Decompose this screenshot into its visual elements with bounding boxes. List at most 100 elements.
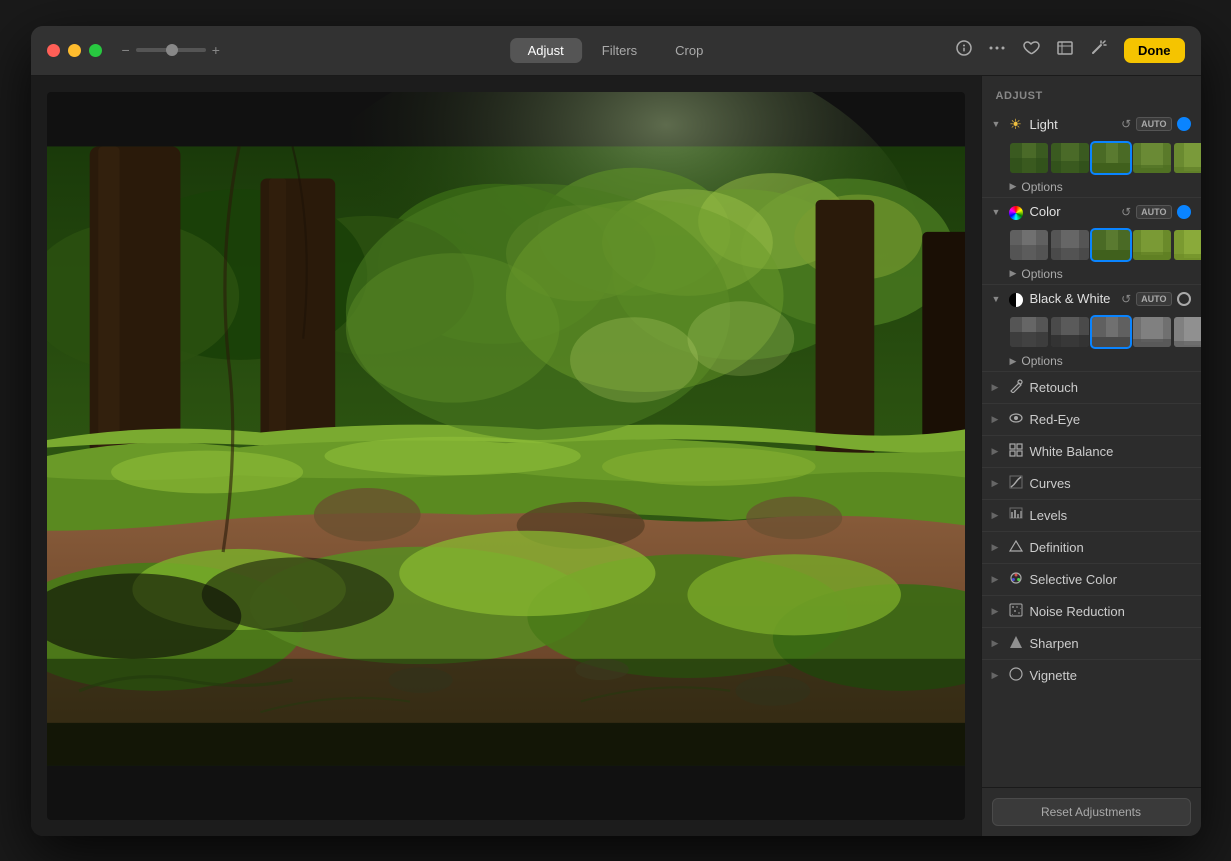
zoom-minus-button[interactable]: −	[122, 42, 130, 58]
resize-icon[interactable]	[1056, 40, 1074, 61]
selective-color-title: Selective Color	[1030, 572, 1191, 587]
white-balance-item[interactable]: ▶ White Balance	[982, 435, 1201, 467]
bw-chevron: ▼	[992, 294, 1002, 304]
bw-thumb-2[interactable]	[1051, 317, 1089, 347]
levels-item[interactable]: ▶ Levels	[982, 499, 1201, 531]
bw-section: ▼ Black & White ↺ AUTO	[982, 284, 1201, 371]
color-title: Color	[1030, 204, 1116, 219]
light-options-chevron: ▶	[1010, 181, 1017, 192]
light-icon: ☀	[1008, 116, 1024, 133]
close-button[interactable]	[47, 44, 60, 57]
white-balance-title: White Balance	[1030, 444, 1191, 459]
selective-color-icon	[1008, 571, 1024, 588]
tab-filters[interactable]: Filters	[584, 38, 655, 63]
sidebar-header: ADJUST	[982, 76, 1201, 110]
color-chevron: ▼	[992, 207, 1002, 217]
maximize-button[interactable]	[89, 44, 102, 57]
bw-section-header[interactable]: ▼ Black & White ↺ AUTO	[982, 285, 1201, 313]
vignette-chevron: ▶	[992, 670, 1002, 681]
retouch-item[interactable]: ▶ Retouch	[982, 371, 1201, 403]
light-thumb-4[interactable]	[1133, 143, 1171, 173]
sidebar-footer: Reset Adjustments	[982, 787, 1201, 836]
red-eye-item[interactable]: ▶ Red-Eye	[982, 403, 1201, 435]
forest-photo	[47, 92, 965, 820]
curves-title: Curves	[1030, 476, 1191, 491]
more-icon[interactable]	[988, 40, 1006, 61]
red-eye-title: Red-Eye	[1030, 412, 1191, 427]
traffic-lights	[47, 44, 102, 57]
zoom-slider-thumb	[166, 44, 178, 56]
sharpen-chevron: ▶	[992, 638, 1002, 649]
minimize-button[interactable]	[68, 44, 81, 57]
light-thumb-1[interactable]	[1010, 143, 1048, 173]
noise-reduction-chevron: ▶	[992, 606, 1002, 617]
white-balance-icon	[1008, 443, 1024, 460]
reset-adjustments-button[interactable]: Reset Adjustments	[992, 798, 1191, 826]
bw-thumb-3[interactable]	[1092, 317, 1130, 347]
sidebar: ADJUST ▼ ☀ Light ↺ AUTO	[981, 76, 1201, 836]
color-thumb-5[interactable]	[1174, 230, 1201, 260]
bw-options[interactable]: ▶ Options	[982, 351, 1201, 371]
white-balance-chevron: ▶	[992, 446, 1002, 457]
color-thumbnails	[982, 226, 1201, 264]
sharpen-title: Sharpen	[1030, 636, 1191, 651]
bw-auto-badge[interactable]: AUTO	[1136, 292, 1171, 306]
definition-item[interactable]: ▶ Definition	[982, 531, 1201, 563]
done-button[interactable]: Done	[1124, 38, 1185, 63]
color-controls: ↺ AUTO	[1121, 205, 1190, 219]
zoom-slider[interactable]	[136, 48, 206, 52]
color-thumb-2[interactable]	[1051, 230, 1089, 260]
color-thumb-1[interactable]	[1010, 230, 1048, 260]
color-options[interactable]: ▶ Options	[982, 264, 1201, 284]
vignette-title: Vignette	[1030, 668, 1191, 683]
curves-item[interactable]: ▶ Curves	[982, 467, 1201, 499]
bw-enable-dot[interactable]	[1177, 292, 1191, 306]
light-thumb-5[interactable]	[1174, 143, 1201, 173]
light-chevron: ▼	[992, 119, 1002, 129]
light-reset-icon[interactable]: ↺	[1121, 117, 1131, 131]
tab-adjust[interactable]: Adjust	[510, 38, 582, 63]
noise-reduction-icon	[1008, 603, 1024, 620]
color-options-label: Options	[1021, 267, 1062, 281]
light-title: Light	[1030, 117, 1116, 132]
light-section-header[interactable]: ▼ ☀ Light ↺ AUTO	[982, 110, 1201, 139]
photo-area	[31, 76, 981, 836]
vignette-icon	[1008, 667, 1024, 684]
bw-options-label: Options	[1021, 354, 1062, 368]
bw-thumb-5[interactable]	[1174, 317, 1201, 347]
bw-thumb-1[interactable]	[1010, 317, 1048, 347]
bw-thumb-4[interactable]	[1133, 317, 1171, 347]
color-options-chevron: ▶	[1010, 268, 1017, 279]
definition-icon	[1008, 539, 1024, 556]
color-reset-icon[interactable]: ↺	[1121, 205, 1131, 219]
bw-options-chevron: ▶	[1010, 356, 1017, 367]
color-thumb-4[interactable]	[1133, 230, 1171, 260]
light-thumb-2[interactable]	[1051, 143, 1089, 173]
tab-crop[interactable]: Crop	[657, 38, 721, 63]
color-thumb-3[interactable]	[1092, 230, 1130, 260]
tab-group: Adjust Filters Crop	[510, 38, 722, 63]
light-thumb-3[interactable]	[1092, 143, 1130, 173]
light-thumbnails	[982, 139, 1201, 177]
color-enable-dot[interactable]	[1177, 205, 1191, 219]
color-section: ▼ Color ↺ AUTO	[982, 197, 1201, 284]
color-auto-badge[interactable]: AUTO	[1136, 205, 1171, 219]
light-section: ▼ ☀ Light ↺ AUTO	[982, 110, 1201, 197]
vignette-item[interactable]: ▶ Vignette	[982, 659, 1201, 691]
info-icon[interactable]	[956, 40, 972, 61]
color-section-header[interactable]: ▼ Color ↺ AUTO	[982, 198, 1201, 226]
heart-icon[interactable]	[1022, 40, 1040, 61]
color-icon	[1008, 204, 1024, 220]
levels-chevron: ▶	[992, 510, 1002, 521]
selective-color-item[interactable]: ▶ Selective Color	[982, 563, 1201, 595]
sidebar-content: ▼ ☀ Light ↺ AUTO	[982, 110, 1201, 787]
noise-reduction-item[interactable]: ▶ Noise Reduction	[982, 595, 1201, 627]
light-options[interactable]: ▶ Options	[982, 177, 1201, 197]
zoom-plus-button[interactable]: +	[212, 42, 220, 58]
magic-wand-icon[interactable]	[1090, 40, 1108, 61]
sharpen-item[interactable]: ▶ Sharpen	[982, 627, 1201, 659]
red-eye-icon	[1008, 411, 1024, 428]
bw-reset-icon[interactable]: ↺	[1121, 292, 1131, 306]
light-enable-dot[interactable]	[1177, 117, 1191, 131]
light-auto-badge[interactable]: AUTO	[1136, 117, 1171, 131]
